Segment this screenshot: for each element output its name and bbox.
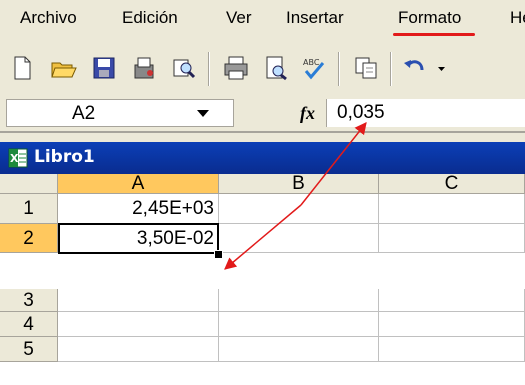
spelling-icon[interactable]: ABC: [300, 54, 328, 82]
column-header-b[interactable]: B: [219, 174, 379, 194]
cell-a3[interactable]: [58, 289, 219, 312]
cell-c4[interactable]: [379, 312, 525, 337]
toolbar-separator: [390, 52, 392, 86]
undo-icon[interactable]: [400, 54, 428, 82]
menu-ver[interactable]: Ver: [226, 8, 252, 28]
chevron-down-icon[interactable]: [197, 110, 209, 117]
divider: [0, 131, 525, 142]
cell-c3[interactable]: [379, 289, 525, 312]
print-preview-icon[interactable]: [262, 54, 290, 82]
cell-c5[interactable]: [379, 337, 525, 362]
menu-archivo[interactable]: Archivo: [20, 8, 77, 28]
cell-b1[interactable]: [219, 194, 379, 224]
menu-bar: Archivo Edición Ver Insertar Formato He: [0, 0, 525, 42]
permission-icon[interactable]: [130, 54, 158, 82]
menu-formato[interactable]: Formato: [398, 8, 461, 28]
name-box[interactable]: A2: [6, 99, 234, 127]
cell-b5[interactable]: [219, 337, 379, 362]
column-header-c[interactable]: C: [379, 174, 525, 194]
row-header-3[interactable]: 3: [0, 289, 58, 312]
save-icon[interactable]: [90, 54, 118, 82]
toolbar-separator: [338, 52, 340, 86]
workbook-title: Libro1: [34, 147, 95, 167]
active-cell-border: [58, 223, 219, 254]
row-header-5[interactable]: 5: [0, 337, 58, 362]
cell-c1[interactable]: [379, 194, 525, 224]
toolbar-separator: [208, 52, 210, 86]
menu-insertar[interactable]: Insertar: [286, 8, 344, 28]
cell-b3[interactable]: [219, 289, 379, 312]
cell-c2[interactable]: [379, 224, 525, 253]
row-header-2[interactable]: 2: [0, 224, 58, 253]
row-header-4[interactable]: 4: [0, 312, 58, 337]
column-header-a[interactable]: A: [58, 174, 219, 194]
copy-icon[interactable]: [352, 54, 380, 82]
menu-help[interactable]: He: [510, 8, 525, 28]
workbook-titlebar: X Libro1: [0, 142, 525, 174]
undo-dropdown-icon[interactable]: [428, 54, 445, 82]
select-all-corner[interactable]: [0, 174, 58, 194]
cell-a4[interactable]: [58, 312, 219, 337]
cell-a1[interactable]: 2,45E+03: [58, 194, 219, 224]
insert-function-icon[interactable]: fx: [300, 103, 315, 124]
name-box-value: A2: [72, 103, 96, 124]
svg-text:ABC: ABC: [303, 58, 320, 67]
spreadsheet-grid: A B C 1 2,45E+03 2 3,50E-02 3 4 5: [0, 174, 525, 385]
print-icon[interactable]: [222, 54, 250, 82]
formula-input[interactable]: 0,035: [326, 99, 525, 127]
formula-bar: A2 fx 0,035: [0, 95, 525, 131]
formula-value: 0,035: [337, 102, 385, 123]
svg-text:X: X: [10, 152, 19, 165]
cell-a5[interactable]: [58, 337, 219, 362]
standard-toolbar: ABC: [0, 44, 525, 94]
annotation-underline: [393, 33, 475, 36]
excel-icon: X: [8, 148, 28, 168]
open-icon[interactable]: [50, 54, 78, 82]
menu-edicion[interactable]: Edición: [122, 8, 178, 28]
fill-handle[interactable]: [214, 250, 223, 259]
cell-b4[interactable]: [219, 312, 379, 337]
search-icon[interactable]: [170, 54, 198, 82]
cell-b2[interactable]: [219, 224, 379, 253]
row-header-1[interactable]: 1: [0, 194, 58, 224]
new-icon[interactable]: [8, 54, 36, 82]
